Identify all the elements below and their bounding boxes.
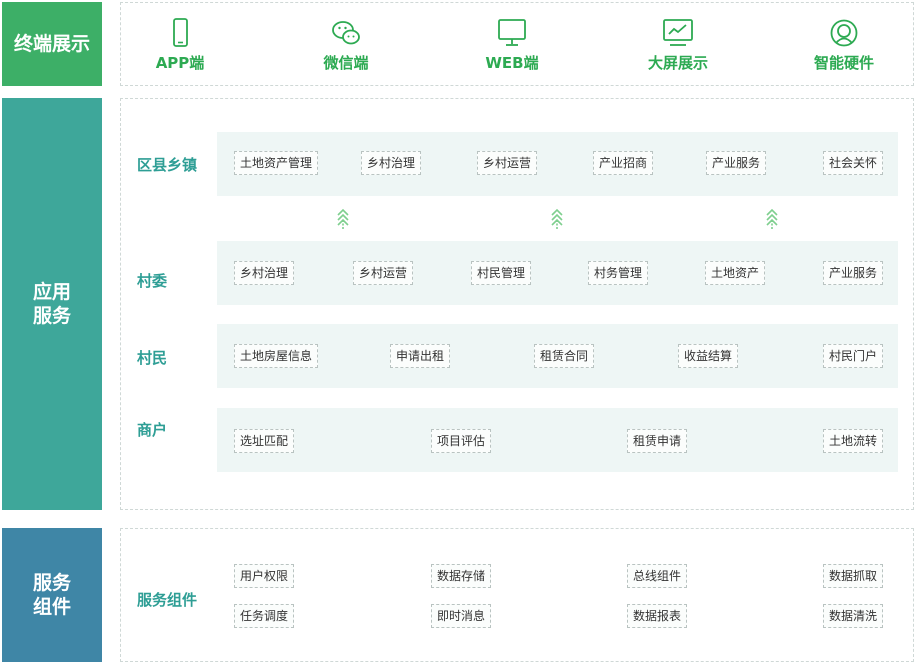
terminal-wechat[interactable]: 微信端 <box>296 18 396 73</box>
terminal-hardware[interactable]: 智能硬件 <box>794 18 894 73</box>
dashboard-screen-icon <box>663 19 693 46</box>
chip-component-data-report[interactable]: 数据报表 <box>627 604 688 628</box>
terminal-wechat-label: 微信端 <box>323 54 369 72</box>
chip-merchant-project-eval[interactable]: 项目评估 <box>431 429 492 453</box>
service-section-label: 服务 组件 <box>2 528 102 662</box>
flow-arrow-icon <box>551 208 563 229</box>
chip-merchant-land-transfer[interactable]: 土地流转 <box>823 429 884 453</box>
terminal-web[interactable]: WEB端 <box>462 18 562 73</box>
chip-committee-affairs-mgmt[interactable]: 村务管理 <box>588 261 649 285</box>
row-label-county: 区县乡镇 <box>137 156 198 174</box>
chip-committee-rural-operation[interactable]: 乡村运营 <box>353 261 414 285</box>
row-band-county <box>217 132 898 196</box>
monitor-icon <box>498 19 526 46</box>
row-band-village-committee <box>217 241 898 305</box>
chip-county-social-care[interactable]: 社会关怀 <box>823 151 884 175</box>
chip-committee-land-asset[interactable]: 土地资产 <box>705 261 766 285</box>
chip-component-bus[interactable]: 总线组件 <box>627 564 688 588</box>
chip-villager-income-settlement[interactable]: 收益结算 <box>678 344 739 368</box>
chip-committee-industry-service[interactable]: 产业服务 <box>823 261 884 285</box>
row-label-village-committee: 村委 <box>137 272 168 290</box>
row-label-merchant: 商户 <box>137 421 168 439</box>
terminal-hardware-label: 智能硬件 <box>813 54 874 72</box>
chip-villager-apply-rent[interactable]: 申请出租 <box>390 344 451 368</box>
chip-villager-portal[interactable]: 村民门户 <box>823 344 884 368</box>
chip-merchant-site-matching[interactable]: 选址匹配 <box>234 429 295 453</box>
chip-committee-rural-governance[interactable]: 乡村治理 <box>234 261 295 285</box>
service-panel <box>120 528 914 662</box>
hardware-icon <box>830 19 858 47</box>
terminal-bigscreen-label: 大屏展示 <box>647 54 708 72</box>
terminal-bigscreen[interactable]: 大屏展示 <box>628 18 728 73</box>
chip-villager-land-house-info[interactable]: 土地房屋信息 <box>234 344 319 368</box>
flow-arrow-icon <box>337 208 349 229</box>
chip-component-user-permission[interactable]: 用户权限 <box>234 564 295 588</box>
chip-component-data-cleaning[interactable]: 数据清洗 <box>823 604 884 628</box>
chip-component-instant-message[interactable]: 即时消息 <box>431 604 492 628</box>
chip-villager-lease-contract[interactable]: 租赁合同 <box>534 344 595 368</box>
terminal-app[interactable]: APP端 <box>130 18 230 73</box>
application-section-label: 应用 服务 <box>2 98 102 510</box>
chip-merchant-lease-apply[interactable]: 租赁申请 <box>627 429 688 453</box>
chip-county-industry-service[interactable]: 产业服务 <box>706 151 767 175</box>
chip-county-investment[interactable]: 产业招商 <box>593 151 654 175</box>
terminal-app-label: APP端 <box>155 54 205 72</box>
chip-component-task-scheduling[interactable]: 任务调度 <box>234 604 295 628</box>
terminal-section-label: 终端展示 <box>2 2 102 86</box>
flow-arrow-icon <box>766 208 778 229</box>
row-band-merchant <box>217 408 898 472</box>
terminal-web-label: WEB端 <box>485 54 539 72</box>
wechat-icon <box>332 21 360 45</box>
chip-component-data-storage[interactable]: 数据存储 <box>431 564 492 588</box>
row-label-service-components: 服务组件 <box>137 591 198 609</box>
chip-county-rural-operation[interactable]: 乡村运营 <box>477 151 538 175</box>
chip-component-data-crawl[interactable]: 数据抓取 <box>823 564 884 588</box>
chip-county-land-asset-mgmt[interactable]: 土地资产管理 <box>234 151 319 175</box>
phone-icon <box>173 18 188 47</box>
chip-county-rural-governance[interactable]: 乡村治理 <box>361 151 422 175</box>
row-label-villager: 村民 <box>137 349 168 367</box>
chip-committee-villager-mgmt[interactable]: 村民管理 <box>471 261 532 285</box>
